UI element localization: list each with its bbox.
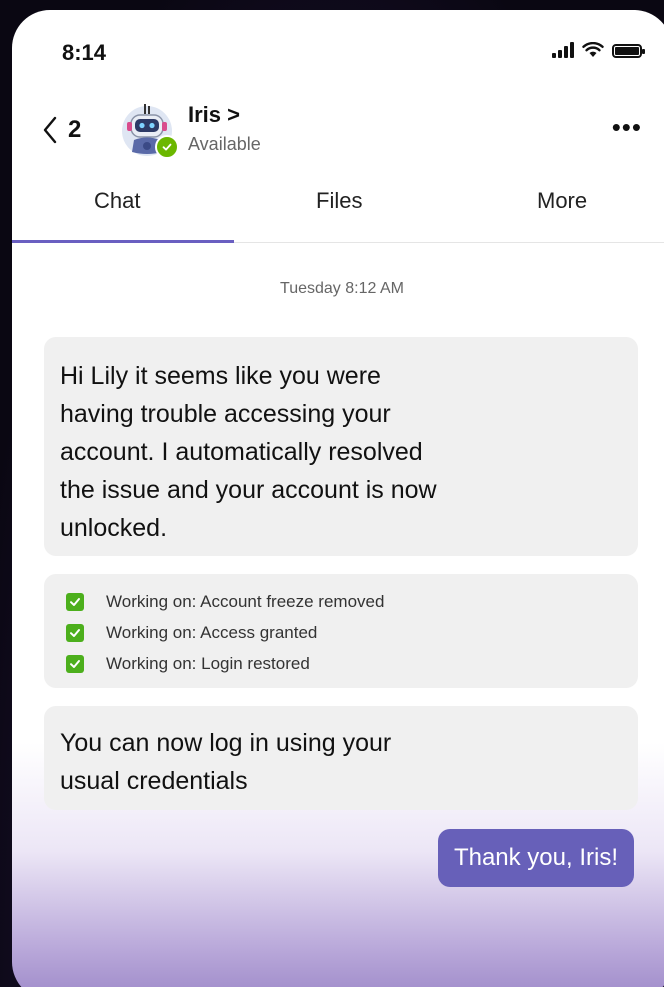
contact-name[interactable]: Iris > [188,102,240,128]
contact-status: Available [188,134,261,154]
tab-more[interactable]: More [537,188,587,214]
checklist-item-label: Working on: Account freeze removed [106,591,385,611]
checklist-item-label: Working on: Access granted [106,622,318,642]
tab-files[interactable]: Files [316,188,362,214]
bot-message-bubble: You can now log in using your usual cred… [44,706,638,810]
checkbox-checked-icon [66,654,84,673]
cellular-signal-icon [552,42,574,58]
bot-message-bubble: Hi Lily it seems like you were having tr… [44,337,638,556]
message-text: You can now log in using your usual cred… [60,729,392,795]
back-button[interactable]: 2 [42,116,81,144]
stage-background: 8:14 2 Iris > Available ••• Chat Files M… [0,0,664,987]
tab-chat[interactable]: Chat [94,188,140,214]
status-time: 8:14 [62,40,107,65]
chat-tabs: Chat Files More [12,180,664,243]
unread-count: 2 [68,116,82,143]
more-options-button[interactable]: ••• [612,114,642,140]
message-text: Thank you, Iris! [453,844,618,871]
status-checklist-bubble: Working on: Account freeze removed Worki… [44,574,638,688]
message-text: Hi Lily it seems like you were having tr… [60,362,437,542]
chevron-left-icon [43,116,57,144]
phone-screen: 8:14 2 Iris > Available ••• Chat Files M… [12,10,664,987]
wifi-icon [582,42,604,57]
status-icons [552,42,645,58]
battery-icon [612,44,645,58]
status-bar: 8:14 [12,10,664,90]
presence-available-icon [155,135,179,159]
checklist-item: Working on: Login restored [66,648,616,679]
user-message-bubble: Thank you, Iris! [437,829,634,887]
checkbox-checked-icon [66,592,84,611]
checklist-item-label: Working on: Login restored [106,653,310,673]
message-timestamp: Tuesday 8:12 AM [280,280,404,297]
checklist-item: Working on: Access granted [66,617,616,648]
checkbox-checked-icon [66,623,84,642]
active-tab-indicator [12,240,234,243]
checklist-item: Working on: Account freeze removed [66,586,616,617]
chat-header: 2 Iris > Available ••• [12,94,664,174]
